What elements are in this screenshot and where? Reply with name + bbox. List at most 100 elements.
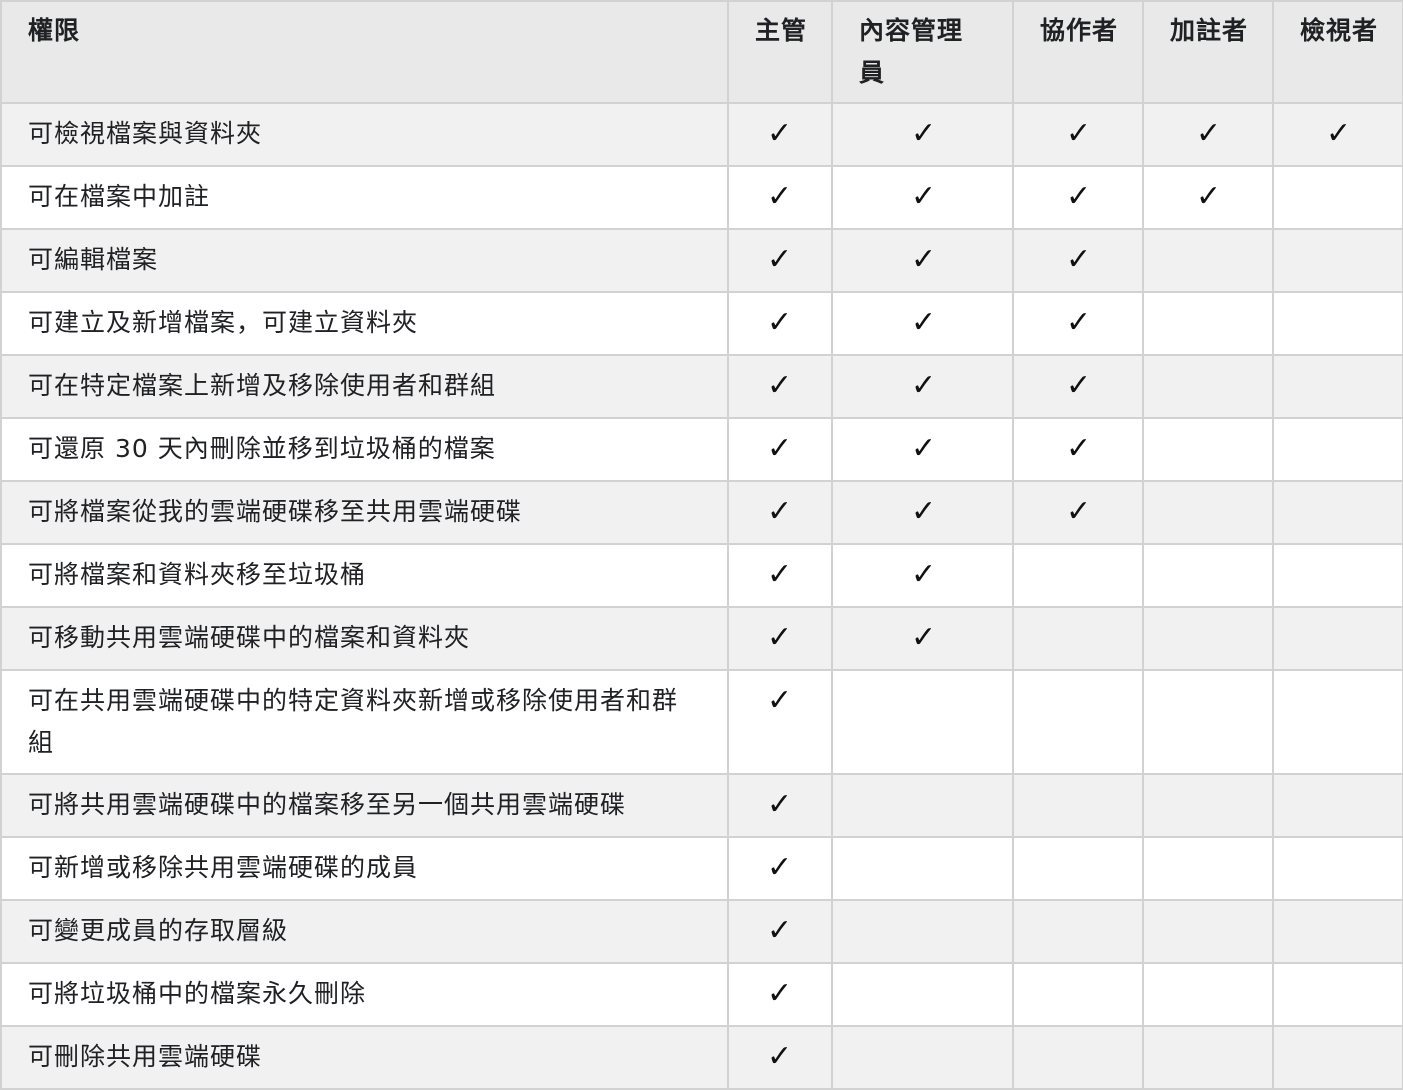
table-row: 可檢視檔案與資料夾 ✓ ✓ ✓ ✓ ✓: [0, 102, 1403, 167]
check-cell-owner: ✓: [727, 962, 833, 1027]
permission-label-cell: 可將檔案和資料夾移至垃圾桶: [0, 543, 729, 608]
check-cell-owner: ✓: [727, 1025, 833, 1090]
checkmark-icon: ✓: [911, 368, 938, 403]
check-cell-commenter: [1142, 1025, 1274, 1090]
permission-label-cell: 可在共用雲端硬碟中的特定資料夾新增或移除使用者和群組: [0, 669, 729, 775]
header-role-owner: 主管: [727, 0, 833, 104]
checkmark-icon: ✓: [767, 494, 794, 529]
header-role-viewer: 檢視者: [1272, 0, 1403, 104]
check-cell-commenter: ✓: [1142, 165, 1274, 230]
check-cell-contributor: ✓: [1012, 354, 1144, 419]
check-cell-contributor: [1012, 1025, 1144, 1090]
check-cell-viewer: [1272, 836, 1403, 901]
check-cell-manager: ✓: [831, 291, 1014, 356]
permission-label-cell: 可刪除共用雲端硬碟: [0, 1025, 729, 1090]
check-cell-owner: ✓: [727, 102, 833, 167]
permission-label-cell: 可建立及新增檔案，可建立資料夾: [0, 291, 729, 356]
permission-label: 可還原 30 天內刪除並移到垃圾桶的檔案: [28, 434, 496, 463]
checkmark-icon: ✓: [911, 620, 938, 655]
check-cell-commenter: [1142, 354, 1274, 419]
checkmark-icon: ✓: [1066, 431, 1093, 466]
check-cell-manager: ✓: [831, 354, 1014, 419]
table-row: 可移動共用雲端硬碟中的檔案和資料夾 ✓ ✓: [0, 606, 1403, 671]
check-cell-owner: ✓: [727, 669, 833, 775]
checkmark-icon: ✓: [767, 116, 794, 151]
check-cell-contributor: [1012, 962, 1144, 1027]
check-cell-owner: ✓: [727, 228, 833, 293]
check-cell-viewer: [1272, 354, 1403, 419]
permission-label: 可編輯檔案: [28, 245, 159, 274]
permission-label: 可將垃圾桶中的檔案永久刪除: [28, 979, 367, 1008]
permission-label-cell: 可將檔案從我的雲端硬碟移至共用雲端硬碟: [0, 480, 729, 545]
table-row: 可將共用雲端硬碟中的檔案移至另一個共用雲端硬碟 ✓: [0, 773, 1403, 838]
check-cell-commenter: [1142, 899, 1274, 964]
check-cell-commenter: [1142, 543, 1274, 608]
permission-label: 可移動共用雲端硬碟中的檔案和資料夾: [28, 623, 471, 652]
checkmark-icon: ✓: [1066, 179, 1093, 214]
checkmark-icon: ✓: [1066, 494, 1093, 529]
permission-label-cell: 可檢視檔案與資料夾: [0, 102, 729, 167]
permission-label-cell: 可新增或移除共用雲端硬碟的成員: [0, 836, 729, 901]
check-cell-manager: [831, 669, 1014, 775]
check-cell-owner: ✓: [727, 606, 833, 671]
checkmark-icon: ✓: [767, 850, 794, 885]
check-cell-owner: ✓: [727, 543, 833, 608]
check-cell-commenter: [1142, 417, 1274, 482]
table-row: 可在特定檔案上新增及移除使用者和群組 ✓ ✓ ✓: [0, 354, 1403, 419]
check-cell-manager: [831, 1025, 1014, 1090]
header-role-contributor: 協作者: [1012, 0, 1144, 104]
checkmark-icon: ✓: [911, 557, 938, 592]
check-cell-viewer: [1272, 1025, 1403, 1090]
table-body: 可檢視檔案與資料夾 ✓ ✓ ✓ ✓ ✓ 可在檔案中加註 ✓ ✓ ✓ ✓ 可編輯檔案 ✓ ✓ ✓ 可建立及新增檔…: [0, 102, 1403, 1090]
permission-label-cell: 可將垃圾桶中的檔案永久刪除: [0, 962, 729, 1027]
check-cell-contributor: ✓: [1012, 291, 1144, 356]
table-row: 可變更成員的存取層級 ✓: [0, 899, 1403, 964]
checkmark-icon: ✓: [767, 368, 794, 403]
check-cell-contributor: [1012, 836, 1144, 901]
permission-label-cell: 可在檔案中加註: [0, 165, 729, 230]
check-cell-owner: ✓: [727, 773, 833, 838]
checkmark-icon: ✓: [767, 620, 794, 655]
table-row: 可刪除共用雲端硬碟 ✓: [0, 1025, 1403, 1090]
check-cell-manager: ✓: [831, 543, 1014, 608]
check-cell-viewer: [1272, 228, 1403, 293]
table-row: 可將檔案從我的雲端硬碟移至共用雲端硬碟 ✓ ✓ ✓: [0, 480, 1403, 545]
check-cell-contributor: [1012, 669, 1144, 775]
permission-label: 可在檔案中加註: [28, 182, 211, 211]
check-cell-manager: [831, 836, 1014, 901]
checkmark-icon: ✓: [767, 913, 794, 948]
table-row: 可新增或移除共用雲端硬碟的成員 ✓: [0, 836, 1403, 901]
check-cell-commenter: [1142, 669, 1274, 775]
check-cell-contributor: ✓: [1012, 165, 1144, 230]
check-cell-manager: ✓: [831, 480, 1014, 545]
checkmark-icon: ✓: [1196, 179, 1223, 214]
checkmark-icon: ✓: [911, 179, 938, 214]
permission-label: 可在特定檔案上新增及移除使用者和群組: [28, 371, 497, 400]
checkmark-icon: ✓: [911, 494, 938, 529]
check-cell-viewer: [1272, 165, 1403, 230]
check-cell-contributor: [1012, 543, 1144, 608]
permission-label: 可檢視檔案與資料夾: [28, 119, 263, 148]
check-cell-viewer: [1272, 669, 1403, 775]
checkmark-icon: ✓: [767, 557, 794, 592]
checkmark-icon: ✓: [1196, 116, 1223, 151]
check-cell-viewer: [1272, 773, 1403, 838]
check-cell-commenter: [1142, 836, 1274, 901]
check-cell-commenter: [1142, 480, 1274, 545]
checkmark-icon: ✓: [767, 431, 794, 466]
check-cell-viewer: [1272, 962, 1403, 1027]
permission-label: 可在共用雲端硬碟中的特定資料夾新增或移除使用者和群組: [28, 686, 679, 757]
checkmark-icon: ✓: [1326, 116, 1353, 151]
checkmark-icon: ✓: [1066, 368, 1093, 403]
checkmark-icon: ✓: [911, 242, 938, 277]
check-cell-viewer: [1272, 606, 1403, 671]
table-row: 可將檔案和資料夾移至垃圾桶 ✓ ✓: [0, 543, 1403, 608]
check-cell-viewer: [1272, 417, 1403, 482]
check-cell-contributor: ✓: [1012, 417, 1144, 482]
check-cell-manager: ✓: [831, 417, 1014, 482]
check-cell-manager: ✓: [831, 102, 1014, 167]
check-cell-commenter: [1142, 228, 1274, 293]
permission-label-cell: 可還原 30 天內刪除並移到垃圾桶的檔案: [0, 417, 729, 482]
check-cell-contributor: ✓: [1012, 102, 1144, 167]
permission-label-cell: 可編輯檔案: [0, 228, 729, 293]
